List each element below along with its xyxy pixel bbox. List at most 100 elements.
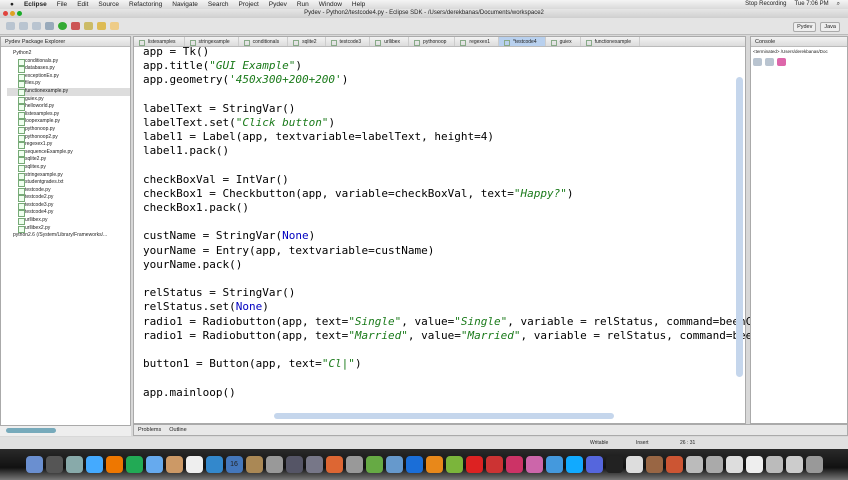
menu-project[interactable]: Project: [239, 1, 259, 8]
interpreter-node[interactable]: python2.6 (/System/Library/Frameworks/..…: [7, 232, 130, 240]
menu-navigate[interactable]: Navigate: [172, 1, 198, 8]
dock-app-icon[interactable]: [105, 456, 123, 473]
file-item[interactable]: functionexample.py: [7, 87, 130, 96]
dock-app-icon[interactable]: [725, 456, 743, 473]
file-item[interactable]: databases.py: [7, 65, 130, 73]
dock-app-icon[interactable]: [145, 456, 163, 473]
console-tab[interactable]: Console: [751, 37, 847, 47]
dock-app-icon[interactable]: [185, 456, 203, 473]
file-item[interactable]: listexamples.py: [7, 111, 130, 119]
dock-app-icon[interactable]: [545, 456, 563, 473]
dock-app-icon[interactable]: [785, 456, 803, 473]
dock-app-icon[interactable]: [385, 456, 403, 473]
terminate-icon[interactable]: [777, 58, 786, 66]
back-icon[interactable]: [110, 22, 119, 30]
dock-app-icon[interactable]: [405, 456, 423, 473]
close-window-button[interactable]: [3, 11, 8, 16]
dock-app-icon[interactable]: [705, 456, 723, 473]
clock[interactable]: Tue 7:06 PM: [794, 1, 828, 8]
project-node[interactable]: Python2: [7, 50, 130, 58]
file-item[interactable]: exceptionEx.py: [7, 73, 130, 81]
file-item[interactable]: sequenceExample.py: [7, 149, 130, 157]
menu-source[interactable]: Source: [98, 1, 119, 8]
zoom-window-button[interactable]: [17, 11, 22, 16]
dock-app-icon[interactable]: [465, 456, 483, 473]
file-item[interactable]: conditionals.py: [7, 58, 130, 66]
dock-app-icon[interactable]: [805, 456, 823, 473]
menu-refactoring[interactable]: Refactoring: [129, 1, 162, 8]
dock-app-icon[interactable]: [745, 456, 763, 473]
dock-app-icon[interactable]: [565, 456, 583, 473]
tab-outline[interactable]: Outline: [169, 427, 186, 433]
remove-launch-icon[interactable]: [765, 58, 774, 66]
horizontal-scrollbar[interactable]: [274, 413, 614, 419]
file-item[interactable]: guiex.py: [7, 96, 130, 104]
dock-app-icon[interactable]: [245, 456, 263, 473]
dock-app-icon[interactable]: [665, 456, 683, 473]
minimize-window-button[interactable]: [10, 11, 15, 16]
search-icon[interactable]: [84, 22, 93, 30]
perspective-pydev[interactable]: Pydev: [793, 22, 817, 32]
code-editor[interactable]: listexamples stringexample conditionals sql…: [133, 36, 772, 424]
dock-app-icon[interactable]: [645, 456, 663, 473]
dock-app-icon[interactable]: [45, 456, 63, 473]
debug-icon[interactable]: [45, 22, 54, 30]
dock-app-icon[interactable]: [625, 456, 643, 473]
apple-icon[interactable]: ●: [10, 1, 14, 8]
tab-problems[interactable]: Problems: [138, 427, 161, 433]
file-item[interactable]: helloworld.py: [7, 103, 130, 111]
calendar-icon[interactable]: 16: [225, 456, 243, 473]
dock-app-icon[interactable]: [685, 456, 703, 473]
dock-app-icon[interactable]: [325, 456, 343, 473]
vertical-scrollbar[interactable]: [736, 77, 743, 377]
file-item[interactable]: urllibex2.py: [7, 225, 130, 233]
save-icon[interactable]: [19, 22, 28, 30]
dock-app-icon[interactable]: [445, 456, 463, 473]
file-item[interactable]: testcode3.py: [7, 202, 130, 210]
dock-app-icon[interactable]: [425, 456, 443, 473]
menu-edit[interactable]: Edit: [77, 1, 88, 8]
annotation-icon[interactable]: [97, 22, 106, 30]
dock-app-icon[interactable]: [525, 456, 543, 473]
dock-app-icon[interactable]: [765, 456, 783, 473]
file-item[interactable]: testcode4.py: [7, 209, 130, 218]
menu-file[interactable]: File: [57, 1, 67, 8]
dock-app-icon[interactable]: [485, 456, 503, 473]
file-item[interactable]: sqlitex.py: [7, 164, 130, 172]
spotlight-icon[interactable]: ⌕: [837, 1, 840, 8]
menu-pydev[interactable]: Pydev: [269, 1, 287, 8]
dock-app-icon[interactable]: [265, 456, 283, 473]
dock-app-icon[interactable]: [165, 456, 183, 473]
explorer-tab[interactable]: Pydev Package Explorer: [1, 37, 130, 47]
new-icon[interactable]: [6, 22, 15, 30]
file-item[interactable]: pythonoop.py: [7, 126, 130, 134]
file-item[interactable]: pythonoop2.py: [7, 134, 130, 142]
file-item[interactable]: sqlite2.py: [7, 156, 130, 164]
dock-app-icon[interactable]: [585, 456, 603, 473]
file-item[interactable]: studentgrades.txt: [7, 179, 130, 187]
menu-window[interactable]: Window: [319, 1, 342, 8]
file-item[interactable]: files.py: [7, 80, 130, 88]
file-item[interactable]: regexex1.py: [7, 141, 130, 149]
dock-app-icon[interactable]: [605, 456, 623, 473]
menu-search[interactable]: Search: [208, 1, 229, 8]
dock-app-icon[interactable]: [85, 456, 103, 473]
print-icon[interactable]: [32, 22, 41, 30]
file-item[interactable]: urllibex.py: [7, 217, 130, 225]
dock-app-icon[interactable]: [65, 456, 83, 473]
file-item[interactable]: testcode.py: [7, 187, 130, 195]
menu-help[interactable]: Help: [352, 1, 365, 8]
dock-app-icon[interactable]: [25, 456, 43, 473]
dock-app-icon[interactable]: [125, 456, 143, 473]
run-icon[interactable]: [58, 22, 67, 30]
perspective-java[interactable]: Java: [820, 22, 840, 32]
explorer-hscroll[interactable]: [0, 426, 131, 436]
dock-app-icon[interactable]: [305, 456, 323, 473]
file-item[interactable]: loopexample.py: [7, 118, 130, 126]
file-item[interactable]: stringexample.py: [7, 172, 130, 180]
dock-app-icon[interactable]: [505, 456, 523, 473]
menu-app[interactable]: Eclipse: [24, 1, 47, 8]
menu-run[interactable]: Run: [297, 1, 309, 8]
clear-console-icon[interactable]: [753, 58, 762, 66]
file-item[interactable]: testcode2.py: [7, 194, 130, 202]
